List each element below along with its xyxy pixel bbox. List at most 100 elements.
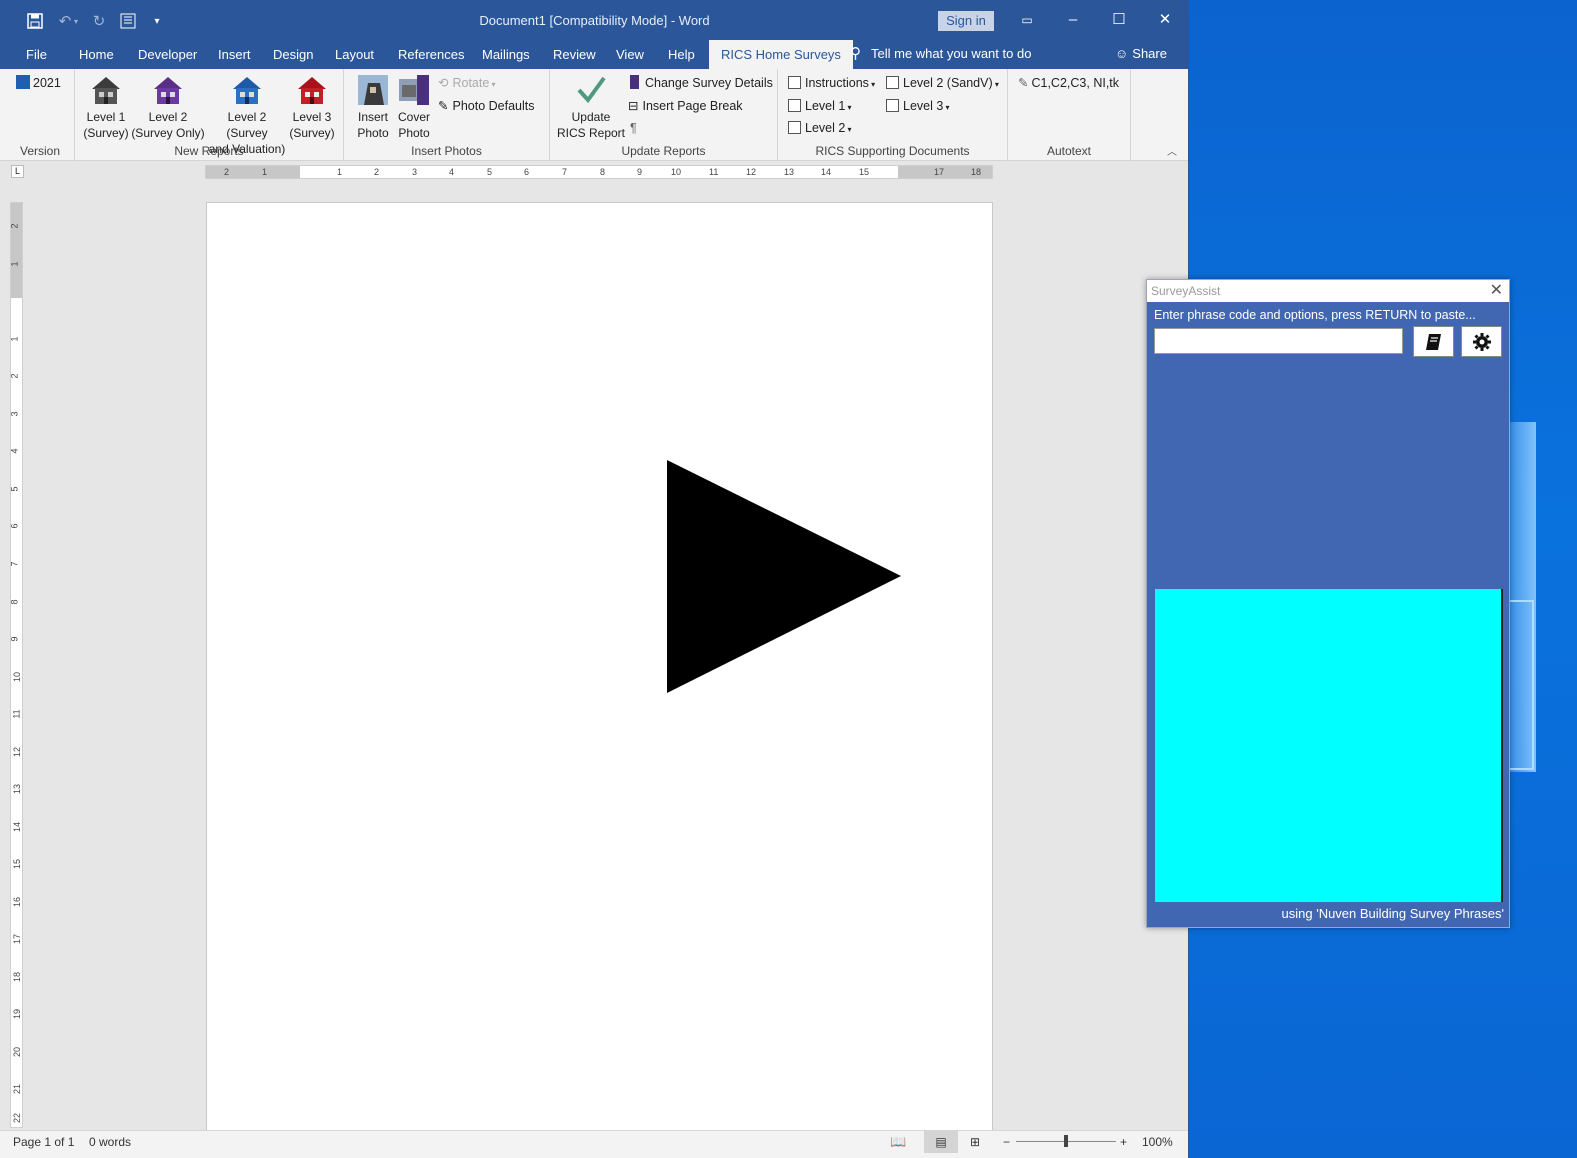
ruler-tick: 1 [9,261,20,267]
title-bar: ↶ ▾ ↻ ▾ Document1 [Compatibility Mode] -… [0,0,1188,40]
minimize-icon[interactable]: – [1058,8,1088,32]
page-count[interactable]: Page 1 of 1 [13,1131,74,1153]
level2v-line1: Level 2 (Survey [226,110,268,140]
document-page[interactable] [206,202,993,1132]
document-icon [886,76,899,89]
tab-insert[interactable]: Insert [212,40,257,69]
phrase-code-input[interactable] [1154,328,1403,354]
ruler-tick: 12 [12,746,23,758]
web-layout-icon[interactable]: ⊞ [970,1131,980,1153]
autotext-button[interactable]: ✎ C1,C2,C3, NI,tk [1018,73,1119,93]
word-count[interactable]: 0 words [89,1131,131,1153]
ruler-tick: 14 [821,167,832,177]
vertical-ruler[interactable]: 2 1 1 2 3 4 5 6 7 8 9 10 11 12 13 14 15 … [10,202,23,1128]
tab-file[interactable]: File [20,40,53,69]
maximize-icon[interactable]: ☐ [1104,8,1134,32]
cover-photo-line2: Photo [398,126,430,140]
supporting-level2-sandv-button[interactable]: Level 2 (SandV) ▾ [886,73,999,93]
close-icon[interactable]: ✕ [1490,280,1503,302]
tab-layout[interactable]: Layout [329,40,380,69]
zoom-slider-thumb[interactable] [1064,1135,1068,1147]
survey-assist-title: SurveyAssist [1147,280,1509,302]
ruler-tick: 2 [9,223,20,229]
house-purple-icon [151,73,185,107]
tab-help[interactable]: Help [662,40,701,69]
level1-line2: (Survey) [83,126,129,140]
phrase-preview-panel[interactable] [1155,589,1503,902]
ribbon-display-icon[interactable]: ▭ [1012,8,1042,32]
instructions-button[interactable]: Instructions ▾ [788,73,875,93]
print-layout-icon[interactable]: ▤ [924,1131,958,1153]
level3-survey-button[interactable]: Level 3 (Survey) [289,73,335,141]
tab-home[interactable]: Home [73,40,120,69]
update-rics-report-button[interactable]: Update RICS Report [556,73,626,141]
tell-me-search[interactable]: ⚲ Tell me what you want to do [850,40,1031,69]
zoom-in-icon[interactable]: + [1120,1131,1127,1153]
group-insert-photos: Insert Photo Cover Photo ⟲ Rotate ▾ ✎ Phot… [344,69,550,161]
tab-references[interactable]: References [392,40,470,69]
supporting-level3-button[interactable]: Level 3 ▾ [886,96,950,116]
level2-survey-only-button[interactable]: Level 2 (Survey Only) [131,73,205,141]
tab-view[interactable]: View [610,40,650,69]
collapse-ribbon-icon[interactable]: ︿ [1167,143,1177,158]
supporting-level2-label: Level 2 [805,121,846,135]
photo-icon [356,73,390,107]
document-icon [788,99,801,112]
cover-photo-line1: Cover [397,110,430,124]
ruler-tick: 11 [11,709,22,719]
supporting-level2-sandv-label: Level 2 (SandV) [903,76,993,90]
ruler-tick: 11 [709,167,719,177]
supporting-level1-button[interactable]: Level 1 ▾ [788,96,852,116]
level3-line2: (Survey) [289,126,335,140]
ruler-tick: 7 [9,561,20,567]
ruler-tick: 19 [12,1008,23,1020]
tab-rics-home-surveys[interactable]: RICS Home Surveys [709,40,853,69]
level2-line1: Level 2 [148,110,188,124]
ruler-tick: 8 [600,167,606,177]
horizontal-ruler[interactable]: 2 1 1 2 3 4 5 6 7 8 9 10 11 12 13 14 15 … [205,165,993,179]
cover-photo-button[interactable]: Cover Photo [394,73,434,141]
ruler-tick: 18 [971,167,982,177]
cover-photo-icon [397,73,431,107]
tab-review[interactable]: Review [547,40,602,69]
ruler-tick: 3 [412,167,418,177]
ruler-tick: 4 [449,167,455,177]
ruler-tick: 5 [487,167,493,177]
ruler-tick: 1 [262,167,268,177]
tab-design[interactable]: Design [267,40,319,69]
rotate-button[interactable]: ⟲ Rotate ▾ [438,73,496,93]
share-button[interactable]: ☺ Share [1115,40,1167,69]
person-icon: ☺ [1115,46,1129,61]
phrase-book-button[interactable] [1413,326,1454,357]
version-button[interactable]: 2021 [16,73,61,93]
show-formatting-button[interactable]: ¶ [630,118,637,138]
ruler-tick: 21 [12,1083,23,1095]
insert-photo-line2: Photo [357,126,389,140]
sign-in-button[interactable]: Sign in [938,11,994,31]
tell-me-label: Tell me what you want to do [871,46,1032,61]
tab-mailings[interactable]: Mailings [476,40,536,69]
photo-defaults-button[interactable]: ✎ Photo Defaults [438,96,534,116]
insert-page-break-button[interactable]: ⊟ Insert Page Break [628,96,743,116]
change-survey-details-button[interactable]: Change Survey Details [630,73,773,93]
word-window: ↶ ▾ ↻ ▾ Document1 [Compatibility Mode] -… [0,0,1189,1158]
zoom-level[interactable]: 100% [1142,1131,1173,1153]
house-blue-icon [230,73,264,107]
read-mode-icon[interactable]: 📖 [890,1131,906,1153]
settings-button[interactable] [1461,326,1502,357]
insert-photo-button[interactable]: Insert Photo [352,73,394,141]
change-survey-details-label: Change Survey Details [645,76,773,90]
zoom-out-icon[interactable]: − [1003,1131,1010,1153]
ruler-tick: 1 [337,167,343,177]
chevron-down-icon: ▾ [489,80,496,89]
supporting-level3-label: Level 3 [903,99,944,113]
tab-developer[interactable]: Developer [132,40,203,69]
tab-stop-selector[interactable]: L [11,165,24,178]
close-icon[interactable]: ✕ [1150,8,1180,32]
status-bar: Page 1 of 1 0 words 📖 ▤ ⊞ − + 100% [0,1130,1188,1158]
supporting-level2-button[interactable]: Level 2 ▾ [788,118,852,138]
level1-survey-button[interactable]: Level 1 (Survey) [83,73,129,141]
house-icon [16,75,30,89]
checkmark-icon [574,73,608,107]
photo-defaults-label: Photo Defaults [452,99,535,113]
